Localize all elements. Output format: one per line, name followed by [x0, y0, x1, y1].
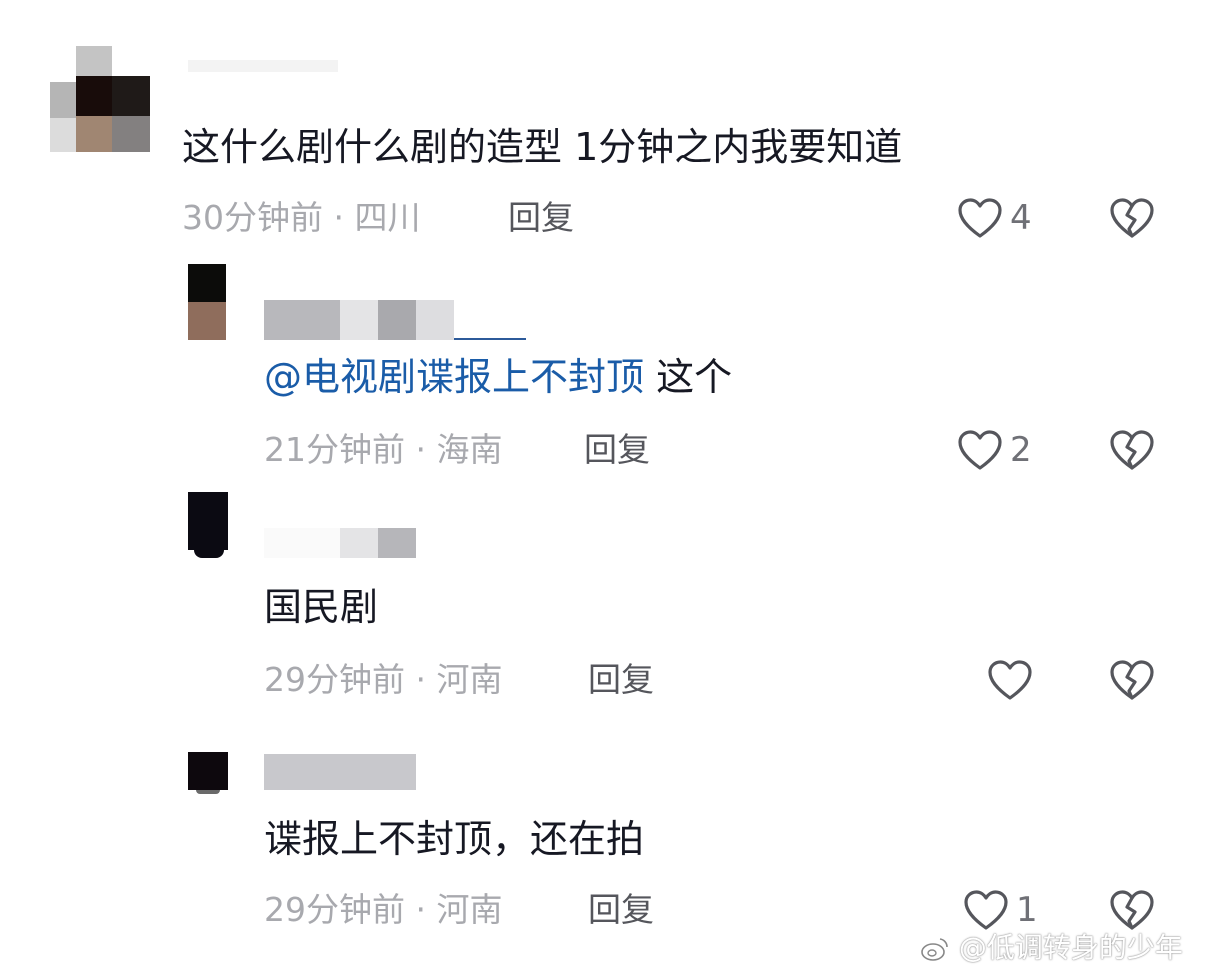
- location: 四川: [354, 198, 421, 237]
- timestamp: 30分钟前: [182, 198, 323, 237]
- broken-heart-icon: [1108, 198, 1156, 244]
- comment-meta: 29分钟前 · 河南: [264, 660, 503, 700]
- avatar[interactable]: [188, 492, 228, 564]
- like-count: 2: [1010, 430, 1032, 470]
- reply-button[interactable]: 回复: [588, 660, 654, 700]
- like-count: 4: [1010, 198, 1032, 238]
- mention-link[interactable]: @电视剧谍报上不封顶: [264, 355, 644, 399]
- broken-heart-icon: [1108, 660, 1156, 706]
- reply-button[interactable]: 回复: [588, 890, 654, 930]
- comment-meta: 21分钟前 · 海南: [264, 430, 503, 470]
- comment-text: 国民剧: [264, 585, 379, 629]
- heart-outline-icon: [956, 196, 1004, 240]
- dislike-button[interactable]: [1108, 196, 1156, 244]
- watermark-text: @低调转身的少年: [958, 931, 1183, 964]
- avatar[interactable]: [188, 264, 226, 340]
- timestamp: 21分钟前: [264, 430, 405, 469]
- location: 海南: [436, 430, 503, 469]
- timestamp: 29分钟前: [264, 890, 405, 929]
- username-blurred[interactable]: [264, 528, 416, 558]
- heart-outline-icon: [986, 658, 1034, 702]
- reply-button[interactable]: 回复: [584, 430, 650, 470]
- comment-meta: 29分钟前 · 河南: [264, 890, 503, 930]
- watermark: @低调转身的少年: [920, 926, 1183, 966]
- dislike-button[interactable]: [1108, 428, 1156, 476]
- timestamp: 29分钟前: [264, 660, 405, 699]
- comment-text: @电视剧谍报上不封顶 这个: [264, 354, 732, 400]
- reply-button[interactable]: 回复: [508, 198, 574, 238]
- weibo-logo-icon: [920, 931, 959, 964]
- username-blurred[interactable]: [264, 754, 416, 792]
- like-count: 1: [1016, 890, 1038, 930]
- avatar[interactable]: [50, 46, 152, 152]
- comment-text: 谍报上不封顶，还在拍: [264, 817, 645, 861]
- like-button[interactable]: 4: [956, 196, 1032, 240]
- avatar[interactable]: [188, 752, 228, 798]
- location: 河南: [436, 890, 503, 929]
- like-button[interactable]: [986, 658, 1040, 702]
- separator: ·: [333, 198, 345, 237]
- separator: ·: [415, 430, 427, 469]
- separator: ·: [415, 660, 427, 699]
- heart-outline-icon: [956, 428, 1004, 472]
- comment-body: 这个: [644, 355, 733, 399]
- comment-text: 这什么剧什么剧的造型 1分钟之内我要知道: [182, 125, 903, 169]
- comment-meta: 30分钟前 · 四川: [182, 198, 421, 238]
- username-blurred[interactable]: [264, 300, 526, 342]
- like-button[interactable]: 2: [956, 428, 1032, 472]
- location: 河南: [436, 660, 503, 699]
- separator: ·: [415, 890, 427, 929]
- username-blurred[interactable]: [188, 54, 338, 74]
- broken-heart-icon: [1108, 430, 1156, 476]
- dislike-button[interactable]: [1108, 658, 1156, 706]
